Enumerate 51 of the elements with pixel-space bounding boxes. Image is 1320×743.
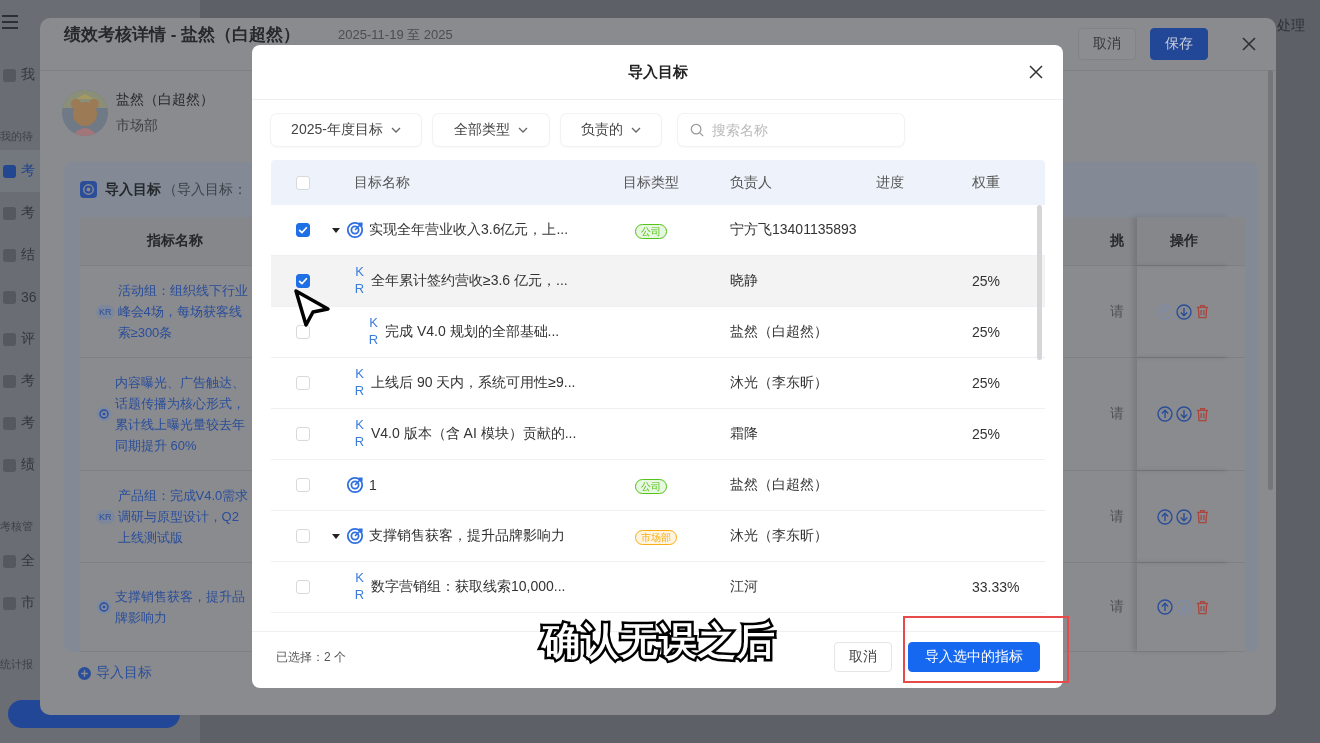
placeholder-text: 请 — [1110, 405, 1124, 421]
goal-name: 数字营销组：获取线索10,000... — [371, 578, 566, 596]
kr-badge: KR — [96, 509, 115, 524]
selected-count: 已选择：2 个 — [276, 648, 346, 666]
owner-name: 宁方飞13401135893 — [730, 221, 857, 237]
panel-title: 导入目标 — [105, 180, 161, 199]
column-header: 目标名称 — [353, 173, 410, 192]
department-label: 市场部 — [116, 117, 159, 135]
kr-label: KR — [353, 264, 366, 298]
column-header: 负责人 — [730, 173, 772, 190]
goal-name: V4.0 版本（含 AI 模块）贡献的... — [371, 425, 577, 443]
column-header: 权重 — [972, 173, 1000, 190]
panel-subtitle: （导入目标： — [163, 180, 247, 199]
column-header: 操作 — [1137, 217, 1230, 265]
video-caption: 确认无误之后 — [536, 614, 782, 670]
weight-value: 25% — [972, 324, 1001, 340]
goal-name: 完成 V4.0 规划的全部基础... — [385, 323, 560, 341]
goal-name: 上线后 90 天内，系统可用性≥9... — [371, 374, 576, 392]
column-header: 目标类型 — [623, 173, 679, 190]
placeholder-text: 请 — [1110, 302, 1124, 319]
goal-name: 1 — [369, 477, 377, 493]
kr-badge: KR — [96, 304, 115, 319]
goal-name: 全年累计签约营收≥3.6 亿元，... — [371, 272, 568, 290]
type-tag: 公司 — [635, 223, 667, 239]
weight-value: 33.33% — [972, 579, 1020, 595]
drawer-title: 绩效考核详情 - 盐然（白超然） — [64, 26, 301, 44]
type-tag: 公司 — [635, 478, 667, 494]
column-header: 挑 — [1110, 232, 1125, 250]
placeholder-text: 请 — [1110, 507, 1124, 524]
owner-name: 盐然（白超然） — [730, 323, 828, 339]
weight-value: 25% — [972, 426, 1001, 442]
employee-name: 盐然（白超然） — [116, 91, 214, 109]
owner-name: 沐光（李东昕） — [730, 527, 828, 543]
column-header: 指标名称 — [145, 232, 204, 250]
weight-value: 25% — [972, 273, 1001, 289]
owner-name: 沐光（李东昕） — [730, 374, 828, 390]
kr-label: KR — [367, 315, 380, 349]
goal-name: 支撑销售获客，提升品牌影响力 — [369, 527, 565, 545]
owner-name: 霜降 — [730, 425, 758, 441]
kr-label: KR — [353, 366, 366, 400]
owner-name: 盐然（白超然） — [730, 476, 828, 492]
goal-name: 实现全年营业收入3.6亿元，上... — [369, 221, 569, 239]
weight-value: 25% — [972, 375, 1001, 391]
type-tag: 市场部 — [635, 529, 677, 545]
kr-label: KR — [353, 570, 366, 604]
owner-name: 晓静 — [730, 272, 758, 288]
kr-label: KR — [353, 417, 366, 451]
placeholder-text: 请 — [1110, 598, 1124, 614]
dialog-title: 导入目标 — [627, 62, 688, 82]
column-header: 进度 — [876, 173, 904, 190]
owner-name: 江河 — [730, 578, 758, 594]
